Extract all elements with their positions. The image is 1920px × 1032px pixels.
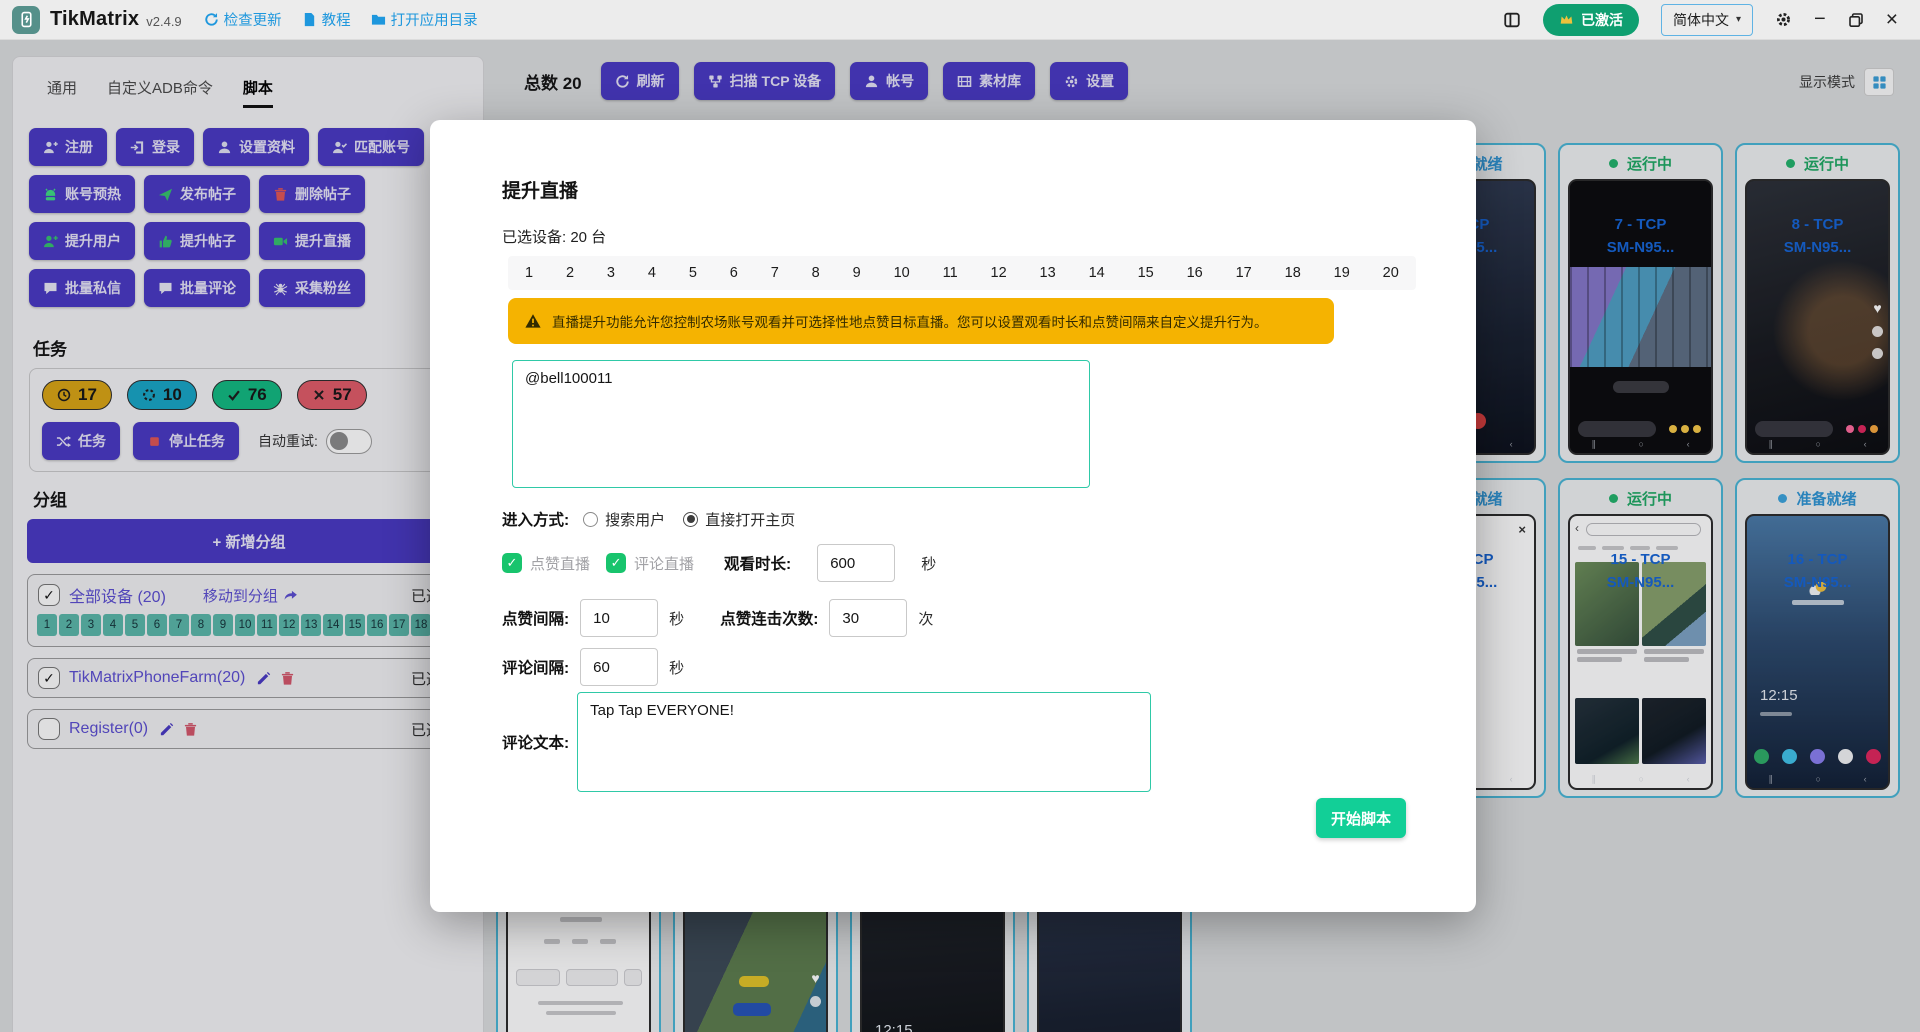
radio-icon (583, 512, 598, 527)
modal-device-number: 14 (1089, 265, 1105, 281)
watch-duration-label: 观看时长: (724, 552, 791, 574)
entry-option-label: 直接打开主页 (705, 509, 795, 530)
modal-device-number: 8 (812, 265, 820, 281)
modal-device-number: 4 (648, 265, 656, 281)
comment-text-input[interactable]: Tap Tap EVERYONE! (577, 692, 1151, 792)
restore-button[interactable] (1848, 12, 1864, 28)
close-button[interactable]: × (1886, 8, 1898, 32)
app-window: { "titlebar": { "app_name": "TikMatrix",… (0, 0, 1920, 1032)
like-combo-unit: 次 (918, 608, 933, 629)
language-label: 简体中文 (1673, 10, 1729, 30)
warning-icon (525, 313, 541, 329)
radio-icon (683, 512, 698, 527)
like-combo-input[interactable] (829, 599, 907, 637)
menu-label: 教程 (322, 9, 351, 30)
checkbox-icon: ✓ (606, 553, 626, 573)
titlebar: TikMatrix v2.4.9 检查更新 教程 打开应用目录 已激活 简体中文 ▾… (0, 0, 1920, 40)
warning-text: 直播提升功能允许您控制农场账号观看并可选择性地点赞目标直播。您可以设置观看时长和… (552, 311, 1268, 331)
modal-device-number: 16 (1187, 265, 1203, 281)
comment-text-label: 评论文本: (502, 731, 569, 753)
modal-device-number: 6 (730, 265, 738, 281)
checkbox-点赞直播[interactable]: ✓ 点赞直播 (502, 553, 590, 574)
target-users-input[interactable]: @bell100011 (512, 360, 1090, 488)
modal-device-number: 17 (1236, 265, 1252, 281)
activated-label: 已激活 (1581, 10, 1623, 30)
app-version: v2.4.9 (146, 14, 181, 29)
menu-label: 打开应用目录 (391, 9, 478, 30)
minimize-button[interactable]: − (1814, 8, 1826, 31)
modal-device-number: 2 (566, 265, 574, 281)
entry-mode-label: 进入方式: (502, 508, 569, 530)
modal-device-number: 15 (1138, 265, 1154, 281)
checkbox-评论直播[interactable]: ✓ 评论直播 (606, 553, 694, 574)
settings-gear-icon[interactable] (1775, 11, 1792, 28)
modal-device-number: 11 (943, 265, 958, 281)
menu-document[interactable]: 教程 (302, 9, 351, 30)
menu-refresh[interactable]: 检查更新 (204, 9, 282, 30)
chevron-down-icon: ▾ (1736, 14, 1741, 25)
modal-device-number: 18 (1285, 265, 1301, 281)
entry-option-直接打开主页[interactable]: 直接打开主页 (683, 509, 795, 530)
modal-device-number: 9 (853, 265, 861, 281)
app-title: TikMatrix (50, 8, 139, 31)
crown-icon (1559, 12, 1574, 27)
comment-interval-input[interactable] (580, 648, 658, 686)
modal-device-number: 19 (1334, 265, 1350, 281)
entry-option-label: 搜索用户 (605, 509, 665, 530)
selected-devices-label: 已选设备: 20 台 (502, 226, 606, 247)
menu-label: 检查更新 (224, 9, 282, 30)
app-logo-icon (12, 6, 40, 34)
entry-option-搜索用户[interactable]: 搜索用户 (583, 509, 665, 530)
comment-interval-label: 评论间隔: (502, 656, 569, 678)
modal-device-number: 13 (1040, 265, 1056, 281)
modal-device-number: 5 (689, 265, 697, 281)
watch-duration-input[interactable] (817, 544, 895, 582)
language-selector[interactable]: 简体中文 ▾ (1661, 4, 1753, 36)
watch-duration-unit: 秒 (921, 553, 936, 574)
modal-device-number: 20 (1383, 265, 1399, 281)
checkbox-label: 点赞直播 (530, 553, 590, 574)
start-script-button[interactable]: 开始脚本 (1316, 798, 1406, 838)
menu-folder[interactable]: 打开应用目录 (371, 9, 478, 30)
modal-device-number: 7 (771, 265, 779, 281)
like-combo-label: 点赞连击次数: (720, 607, 818, 629)
modal-device-numbers: 1234567891011121314151617181920 (508, 256, 1416, 290)
checkbox-icon: ✓ (502, 553, 522, 573)
modal-device-number: 1 (525, 265, 533, 281)
like-interval-label: 点赞间隔: (502, 607, 569, 629)
boost-live-modal: 提升直播 已选设备: 20 台 123456789101112131415161… (430, 120, 1476, 912)
modal-device-number: 3 (607, 265, 615, 281)
modal-title: 提升直播 (502, 176, 578, 203)
comment-interval-unit: 秒 (669, 657, 684, 678)
refresh-icon (204, 12, 219, 27)
activated-badge[interactable]: 已激活 (1543, 4, 1639, 36)
document-icon (302, 12, 317, 27)
panel-toggle-icon[interactable] (1503, 11, 1521, 29)
like-interval-input[interactable] (580, 599, 658, 637)
folder-icon (371, 12, 386, 27)
modal-device-number: 10 (894, 265, 910, 281)
checkbox-label: 评论直播 (634, 553, 694, 574)
warning-banner: 直播提升功能允许您控制农场账号观看并可选择性地点赞目标直播。您可以设置观看时长和… (508, 298, 1334, 344)
like-interval-unit: 秒 (669, 608, 684, 629)
modal-device-number: 12 (991, 265, 1007, 281)
titlebar-menu: 检查更新 教程 打开应用目录 (204, 9, 478, 30)
